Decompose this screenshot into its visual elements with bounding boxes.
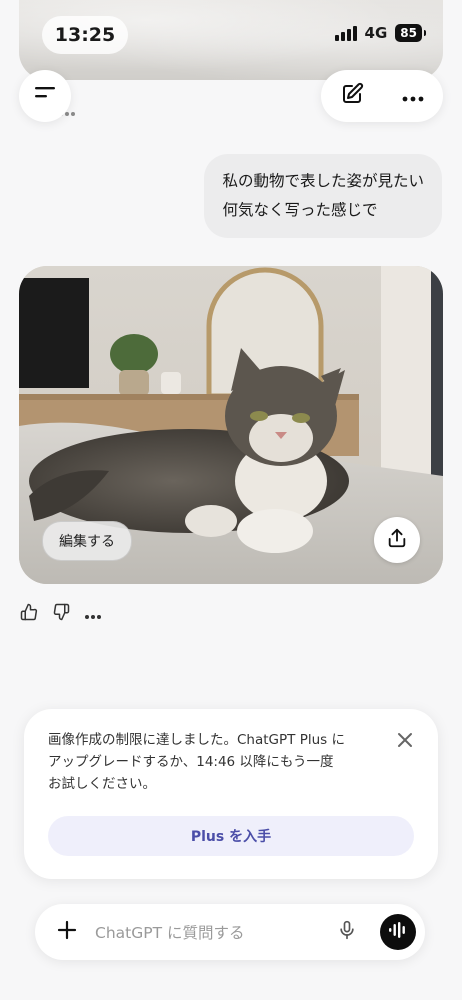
thumbs-down-icon[interactable] xyxy=(52,603,70,625)
more-horizontal-icon xyxy=(402,87,424,106)
get-plus-button[interactable]: Plus を入手 xyxy=(48,816,414,856)
close-icon xyxy=(397,732,413,752)
limit-message-line: お試しください。 xyxy=(48,776,156,792)
message-composer xyxy=(35,904,425,960)
image-limit-notice: 画像作成の制限に達しました。ChatGPT Plus に アップグレードするか、… xyxy=(24,709,438,879)
new-chat-button[interactable] xyxy=(332,76,372,116)
message-input[interactable] xyxy=(93,914,317,952)
status-indicators: 4G 85 xyxy=(334,24,426,42)
limit-message-line: アップグレードするか、14:46 以降にもう一度 xyxy=(48,754,334,770)
limit-message: 画像作成の制限に達しました。ChatGPT Plus に アップグレードするか、… xyxy=(48,729,378,795)
waveform-icon xyxy=(388,921,408,943)
sidebar-menu-button[interactable] xyxy=(19,70,71,122)
status-time: 13:25 xyxy=(42,16,128,54)
signal-icon xyxy=(334,25,357,41)
edit-icon xyxy=(340,82,364,110)
share-icon xyxy=(386,527,408,553)
network-type: 4G xyxy=(364,24,388,42)
header-actions xyxy=(321,70,443,122)
thumbs-up-icon[interactable] xyxy=(20,603,38,625)
user-message-bubble: 私の動物で表した姿が見たい 何気なく写った感じで xyxy=(204,154,442,238)
plus-icon xyxy=(57,920,77,944)
more-horizontal-icon[interactable] xyxy=(84,605,102,624)
menu-icon xyxy=(34,86,56,106)
battery-level: 85 xyxy=(395,24,426,42)
microphone-icon xyxy=(337,919,357,945)
close-notice-button[interactable] xyxy=(392,729,418,755)
attach-button[interactable] xyxy=(53,918,81,946)
limit-message-line: 画像作成の制限に達しました。ChatGPT Plus に xyxy=(48,732,345,748)
response-actions xyxy=(20,603,102,625)
share-image-button[interactable] xyxy=(374,517,420,563)
dictation-button[interactable] xyxy=(333,918,361,946)
user-message-line: 何気なく写った感じで xyxy=(222,201,378,219)
edit-image-button[interactable]: 編集する xyxy=(42,521,132,561)
more-options-button[interactable] xyxy=(393,76,433,116)
user-message-line: 私の動物で表した姿が見たい xyxy=(222,172,424,190)
voice-mode-button[interactable] xyxy=(380,914,416,950)
